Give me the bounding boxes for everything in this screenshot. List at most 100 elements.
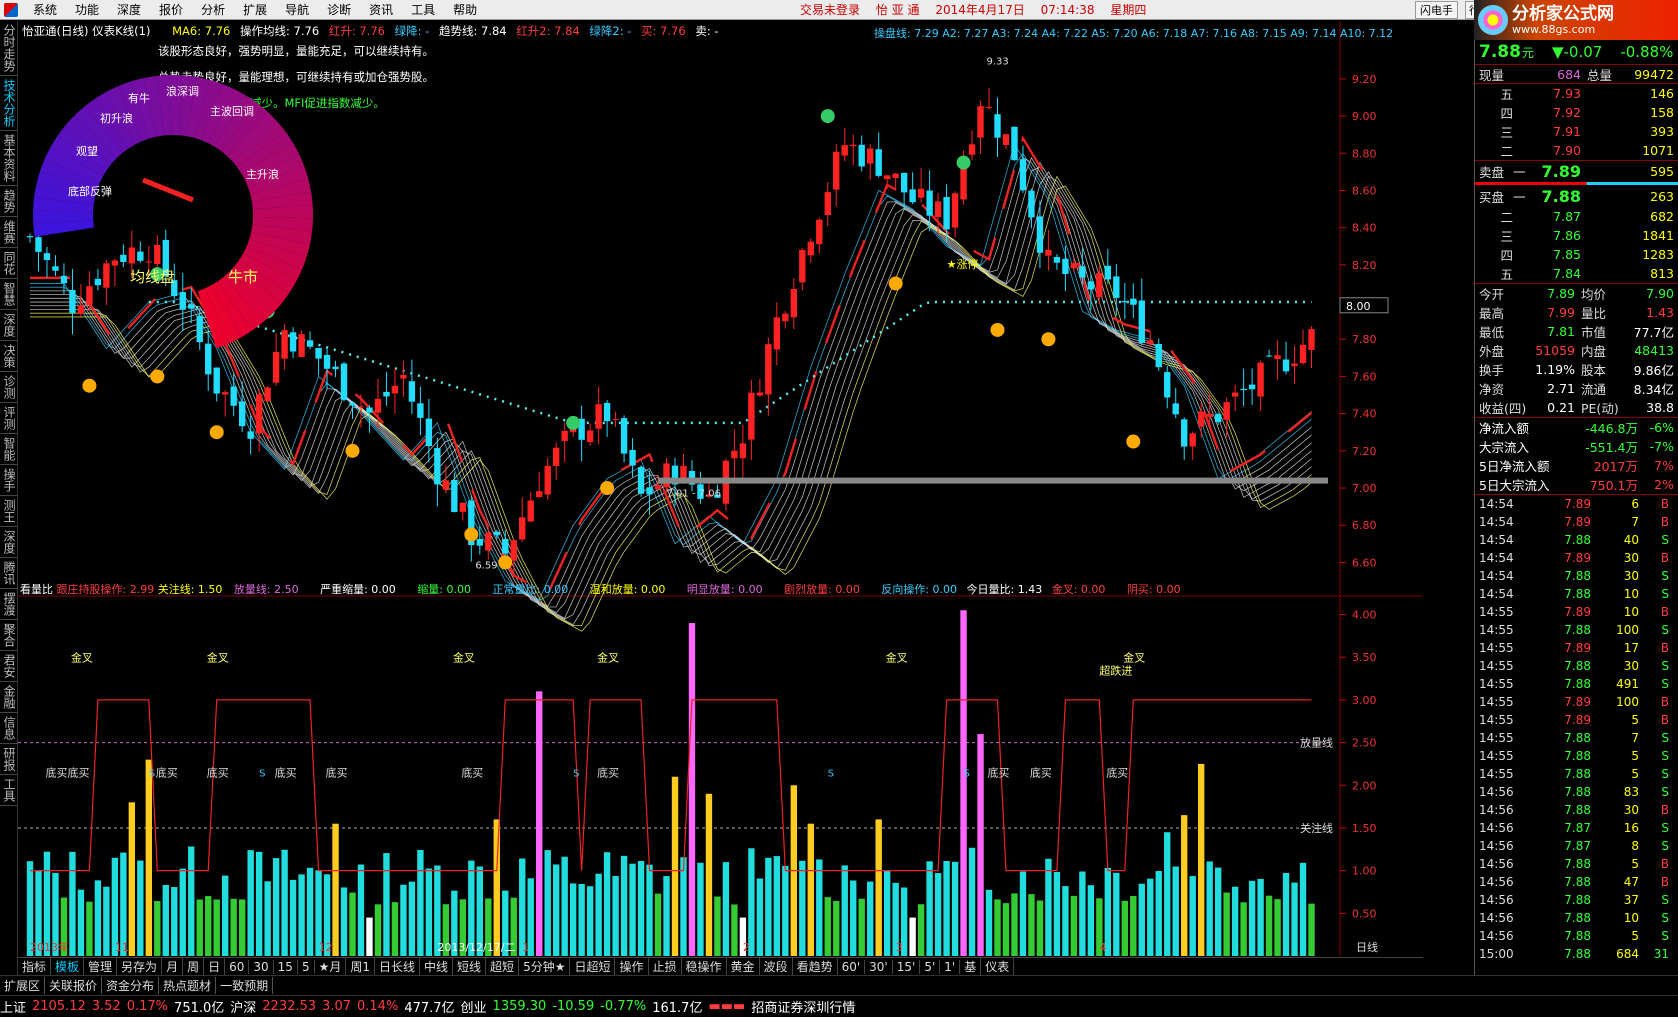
period-tab-7[interactable]: 60 [225, 959, 250, 974]
period-tab-1[interactable]: 模板 [51, 958, 85, 975]
volume-ratio-bar [824, 897, 831, 956]
left-tab-4[interactable]: 维赛 [0, 217, 18, 248]
left-tab-16[interactable]: 摆渡 [0, 589, 18, 620]
period-tab-21[interactable]: 稳操作 [682, 958, 727, 975]
period-tab-5[interactable]: 周 [183, 958, 205, 975]
period-tab-8[interactable]: 30 [249, 959, 274, 974]
left-tab-12[interactable]: 操手 [0, 465, 18, 496]
period-tab-11[interactable]: ★月 [315, 958, 347, 975]
period-tab-9[interactable]: 15 [274, 959, 298, 974]
period-tab-16[interactable]: 超短 [486, 958, 520, 975]
period-tab-18[interactable]: 日超短 [570, 958, 616, 975]
period-tab-22[interactable]: 黄金 [727, 958, 760, 975]
sub-y-axis-label: 2.00 [1352, 779, 1377, 792]
volume-ratio-bar [162, 885, 169, 956]
menu-navigate[interactable]: 导航 [276, 1, 318, 18]
menu-quote[interactable]: 报价 [150, 1, 192, 18]
bottom-tab-1[interactable]: 关联报价 [45, 977, 103, 994]
period-tab-3[interactable]: 另存为 [117, 958, 163, 975]
left-tab-3[interactable]: 趋势 [0, 186, 18, 217]
volume-ratio-bar [816, 859, 823, 956]
period-tab-14[interactable]: 中线 [420, 958, 454, 975]
tick-time: 14:56 [1479, 821, 1514, 835]
gzx-label: 关注线 [1300, 821, 1333, 835]
index-value-2: 1359.30 [492, 999, 547, 1014]
menu-help[interactable]: 帮助 [444, 1, 486, 18]
bottom-tab-0[interactable]: 扩展区 [0, 977, 46, 994]
left-tab-8[interactable]: 决策 [0, 341, 18, 372]
left-tab-5[interactable]: 同花 [0, 248, 18, 279]
period-tab-28[interactable]: 5' [920, 959, 941, 974]
left-tab-7[interactable]: 深度 [0, 310, 18, 341]
left-tab-10[interactable]: 评测 [0, 403, 18, 434]
left-tab-14[interactable]: 深度 [0, 527, 18, 558]
period-tab-31[interactable]: 仪表 [981, 958, 1015, 975]
gzx-value: 关注线: 1.50 [157, 583, 223, 596]
login-status[interactable]: 交易未登录 [800, 3, 860, 17]
period-tab-17[interactable]: 5分钟★ [519, 958, 571, 975]
menu-analysis[interactable]: 分析 [192, 1, 234, 18]
bottom-tab-2[interactable]: 资金分布 [102, 977, 160, 994]
menu-function[interactable]: 功能 [66, 1, 108, 18]
left-tab-1[interactable]: 技术分析 [0, 76, 18, 131]
period-tab-15[interactable]: 短线 [453, 958, 487, 975]
period-tab-29[interactable]: 1' [940, 959, 961, 974]
bottom-tab-3[interactable]: 热点题材 [159, 977, 217, 994]
left-tab-6[interactable]: 智慧 [0, 279, 18, 310]
sell-order-volume: 1071 [1642, 143, 1674, 158]
chart-svg[interactable]: 9.20 9.00 8.80 8.60 8.40 8.20 8.00 7.80 7.60 7.40… [18, 21, 1423, 956]
candle-body [145, 261, 152, 263]
period-tab-10[interactable]: 5 [298, 959, 315, 974]
menu-diagnose[interactable]: 诊断 [318, 1, 360, 18]
candle-body [281, 330, 288, 359]
volume-ratio-bar [1036, 900, 1044, 956]
period-tab-19[interactable]: 操作 [615, 958, 649, 975]
period-tab-27[interactable]: 15' [893, 959, 921, 974]
candle-body [459, 502, 467, 512]
left-tab-20[interactable]: 信息 [0, 713, 18, 744]
left-tab-11[interactable]: 智能 [0, 434, 18, 465]
tick-time: 14:54 [1479, 497, 1514, 511]
tick-side: S [1661, 587, 1669, 601]
volume-ratio-bar [705, 793, 713, 956]
menu-tools[interactable]: 工具 [402, 1, 444, 18]
mxfl-value: 明显放量: 0.00 [686, 583, 763, 596]
flash-trade-button[interactable]: 闪电手 [1415, 1, 1458, 19]
left-tab-22[interactable]: 工具 [0, 775, 18, 806]
left-tab-18[interactable]: 君安 [0, 651, 18, 682]
candle-body [900, 172, 908, 193]
period-tab-30[interactable]: 基 [960, 958, 982, 975]
menu-extend[interactable]: 扩展 [234, 1, 276, 18]
left-tab-13[interactable]: 测王 [0, 496, 18, 527]
left-tab-0[interactable]: 分时走势 [0, 21, 18, 76]
period-tab-0[interactable]: 指标 [18, 958, 52, 975]
left-tab-17[interactable]: 聚合 [0, 620, 18, 651]
period-tab-13[interactable]: 日长线 [375, 958, 421, 975]
left-tab-2[interactable]: 基本资料 [0, 131, 18, 186]
volume-ratio-bar [603, 852, 611, 956]
period-tab-23[interactable]: 波段 [760, 958, 793, 975]
left-tab-15[interactable]: 腾讯 [0, 558, 18, 589]
menu-info[interactable]: 资讯 [360, 1, 402, 18]
quote-change: ▼-0.07 [1551, 43, 1603, 61]
period-tab-2[interactable]: 管理 [84, 958, 118, 975]
bottom-tab-4[interactable]: 一致预期 [216, 977, 274, 994]
period-tab-26[interactable]: 30' [865, 959, 893, 974]
chart-area[interactable]: 9.20 9.00 8.80 8.60 8.40 8.20 8.00 7.80 7.60 7.40… [18, 21, 1423, 956]
left-tab-9[interactable]: 诊测 [0, 372, 18, 403]
left-tab-19[interactable]: 金融 [0, 682, 18, 713]
menu-depth[interactable]: 深度 [108, 1, 150, 18]
period-tab-12[interactable]: 周1 [346, 958, 375, 975]
left-tab-21[interactable]: 研报 [0, 744, 18, 775]
menu-system[interactable]: 系统 [24, 1, 66, 18]
tick-row: 14:55 7.89 10 B [1475, 603, 1678, 621]
tick-list[interactable]: 14:54 7.89 6 B 14:54 7.89 7 B 14:54 7.88 40 S 14:54 7… [1475, 494, 1678, 963]
dimai-label: 底买 [1106, 766, 1128, 780]
period-tab-20[interactable]: 止损 [649, 958, 682, 975]
candle-body [442, 480, 450, 490]
jincha-label: 金叉 [207, 650, 229, 664]
period-tab-4[interactable]: 月 [162, 958, 184, 975]
period-tab-6[interactable]: 日 [204, 958, 226, 975]
period-tab-25[interactable]: 60' [838, 959, 866, 974]
period-tab-24[interactable]: 看趋势 [793, 958, 838, 975]
